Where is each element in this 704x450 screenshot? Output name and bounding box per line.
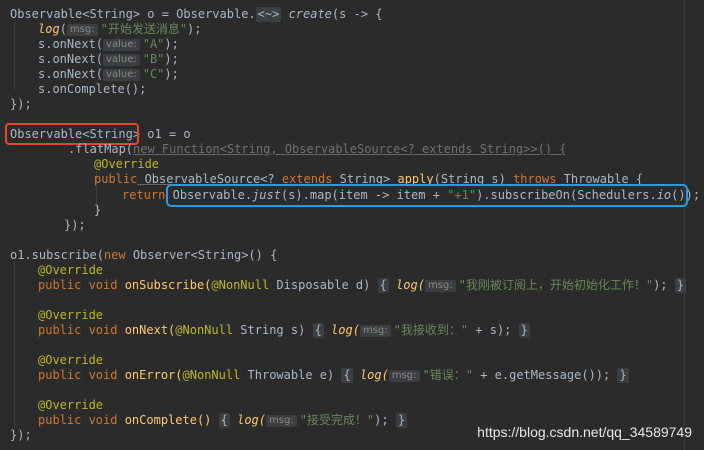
blue-highlight-box (166, 184, 688, 207)
indent-guide (14, 262, 15, 432)
code-line-22: @Override (38, 398, 104, 412)
fold-close-brace[interactable]: } (674, 278, 686, 293)
code-line-19: public void onNext(@NonNull String s) { … (38, 323, 530, 338)
fold-marker[interactable]: <~> (255, 7, 282, 22)
code-line-18: @Override (38, 308, 104, 322)
code-line-7: }); (10, 97, 32, 111)
fold-open-brace[interactable]: { (312, 323, 324, 338)
fold-close-brace[interactable]: } (395, 413, 408, 428)
code-line-13: } (94, 203, 102, 217)
param-hint: msg: (388, 370, 420, 382)
param-hint: value: (103, 54, 140, 66)
code-line-9: .flatMap(new Function<String, Observable… (68, 142, 567, 156)
fold-close-brace[interactable]: } (617, 368, 629, 383)
fold-close-brace[interactable]: } (518, 323, 530, 338)
code-editor[interactable]: Observable<String> o = Observable. <~> cr… (0, 0, 704, 450)
code-line-23: public void onComplete() { log(msg: "接受完成… (38, 413, 408, 428)
param-hint: value: (103, 69, 140, 81)
code-line-24: }); (10, 428, 32, 442)
fold-open-brace[interactable]: { (377, 278, 389, 293)
param-hint: msg: (66, 24, 98, 36)
code-line-2: log(msg: "开始发送消息"); (38, 22, 202, 36)
code-line-16: @Override (38, 263, 104, 277)
fold-open-brace[interactable]: { (218, 413, 230, 428)
code-line-6: s.onComplete(); (38, 82, 147, 96)
code-line-20: @Override (38, 353, 104, 367)
param-hint: value: (103, 39, 140, 51)
code-line-15: o1.subscribe(new Observer<String>() { (10, 248, 278, 262)
right-margin-guide (684, 0, 685, 450)
param-hint: msg: (359, 325, 391, 337)
code-line-3: s.onNext(value: "A"); (38, 37, 179, 51)
code-line-17: public void onSubscribe(@NonNull Disposa… (38, 278, 686, 293)
code-line-5: s.onNext(value: "C"); (38, 67, 179, 81)
indent-guide (14, 22, 15, 90)
code-line-14: }); (64, 218, 86, 232)
param-hint: msg: (424, 280, 456, 292)
param-hint: msg: (266, 415, 297, 427)
code-line-4: s.onNext(value: "B"); (38, 52, 179, 66)
code-line-21: public void onError(@NonNull Throwable e… (38, 368, 629, 383)
code-line-10: @Override (94, 157, 160, 171)
code-line-1: Observable<String> o = Observable. <~> cr… (10, 7, 383, 22)
fold-open-brace[interactable]: { (341, 368, 353, 383)
watermark-url: https://blog.csdn.net/qq_34589749 (477, 424, 692, 440)
